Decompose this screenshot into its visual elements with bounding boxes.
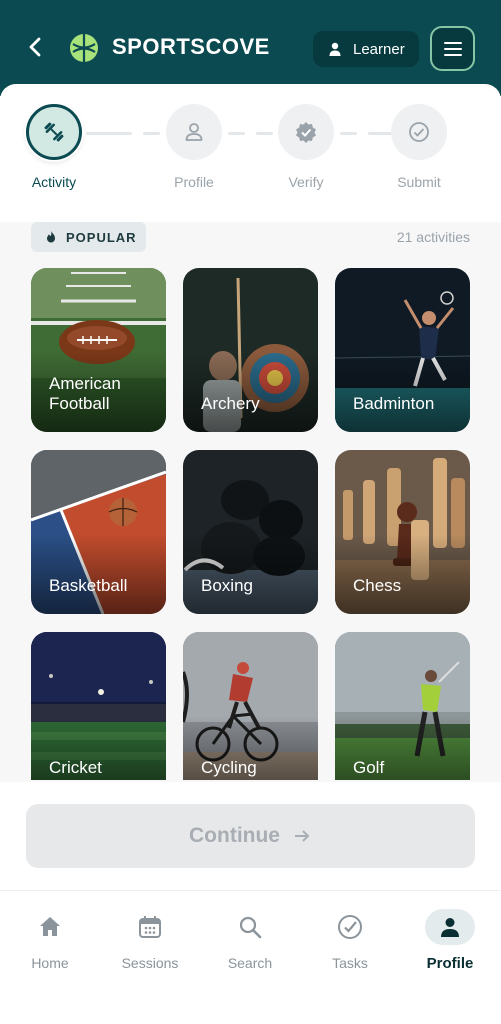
menu-button[interactable]: [430, 26, 475, 71]
tab-label: Search: [227, 955, 273, 971]
hamburger-menu-icon: [443, 41, 462, 44]
app-header: SPORTSCOVE Learner: [0, 0, 501, 96]
tab-tasks[interactable]: Tasks: [305, 909, 395, 971]
activity-card-golf[interactable]: Golf: [335, 632, 470, 780]
tab-label: Profile: [426, 955, 474, 972]
fire-icon: [47, 231, 55, 243]
activity-grid: American Football Archery Badminton Bask…: [31, 268, 471, 780]
continue-button[interactable]: Continue: [26, 804, 475, 868]
tab-sessions[interactable]: Sessions: [105, 909, 195, 971]
continue-label: Continue: [189, 824, 280, 847]
user-icon: [185, 123, 203, 141]
dumbbell-icon: [44, 122, 64, 142]
user-icon: [329, 42, 341, 56]
activity-count: 21 activities: [396, 229, 470, 245]
user-icon: [441, 918, 459, 937]
step-submit[interactable]: Submit: [364, 104, 474, 190]
step-profile[interactable]: Profile: [139, 104, 249, 190]
step-label: Profile: [174, 174, 214, 190]
calendar-icon: [139, 916, 161, 938]
bottom-tab-bar: Home Sessions Search Tasks Profile: [0, 890, 501, 1024]
check-circle-icon: [409, 122, 429, 142]
role-label: Learner: [353, 40, 405, 58]
step-activity[interactable]: Activity: [26, 104, 136, 190]
brand-name: SPORTSCOVE: [112, 34, 270, 59]
activity-name: Chess: [353, 576, 402, 595]
verified-badge-icon: [296, 122, 316, 143]
activity-name: Boxing: [201, 576, 253, 595]
tab-home[interactable]: Home: [5, 909, 95, 971]
activity-card-basketball[interactable]: Basketball: [31, 450, 166, 614]
step-label: Submit: [397, 174, 441, 190]
back-arrow-icon[interactable]: [22, 33, 50, 61]
check-circle-icon: [338, 915, 362, 939]
step-label: Activity: [31, 174, 77, 190]
home-icon: [40, 917, 60, 936]
activity-card-boxing[interactable]: Boxing: [183, 450, 318, 614]
tab-profile[interactable]: Profile: [405, 909, 495, 972]
activity-name: Badminton: [353, 394, 435, 413]
step-label: Verify: [288, 174, 324, 190]
activity-card-cycling[interactable]: Cycling: [183, 632, 318, 780]
activity-card-cricket[interactable]: Cricket: [31, 632, 166, 780]
popular-badge-label: POPULAR: [66, 229, 137, 245]
activity-name: Basketball: [49, 576, 128, 595]
progress-stepper: Activity Profile Verify Submit: [0, 84, 501, 222]
activity-name: Cricket: [49, 758, 102, 777]
sportscove-logo-icon: [70, 34, 98, 62]
tab-label: Home: [31, 955, 69, 971]
tab-label: Sessions: [121, 955, 179, 971]
activity-name: American Football: [49, 374, 121, 413]
activity-card-archery[interactable]: Archery: [183, 268, 318, 432]
activity-card-chess[interactable]: Chess: [335, 450, 470, 614]
role-switcher-button[interactable]: Learner: [313, 31, 419, 67]
activity-card-american-football[interactable]: American Football: [31, 268, 166, 432]
activity-name: Archery: [201, 394, 260, 413]
tab-search[interactable]: Search: [205, 909, 295, 971]
search-icon: [239, 916, 262, 939]
activity-card-badminton[interactable]: Badminton: [335, 268, 470, 432]
activity-name: Cycling: [201, 758, 257, 777]
arrow-right-icon: [294, 830, 310, 842]
activity-name: Golf: [353, 758, 385, 777]
step-verify[interactable]: Verify: [251, 104, 361, 190]
popular-badge: POPULAR: [31, 222, 146, 252]
tab-label: Tasks: [332, 955, 368, 971]
